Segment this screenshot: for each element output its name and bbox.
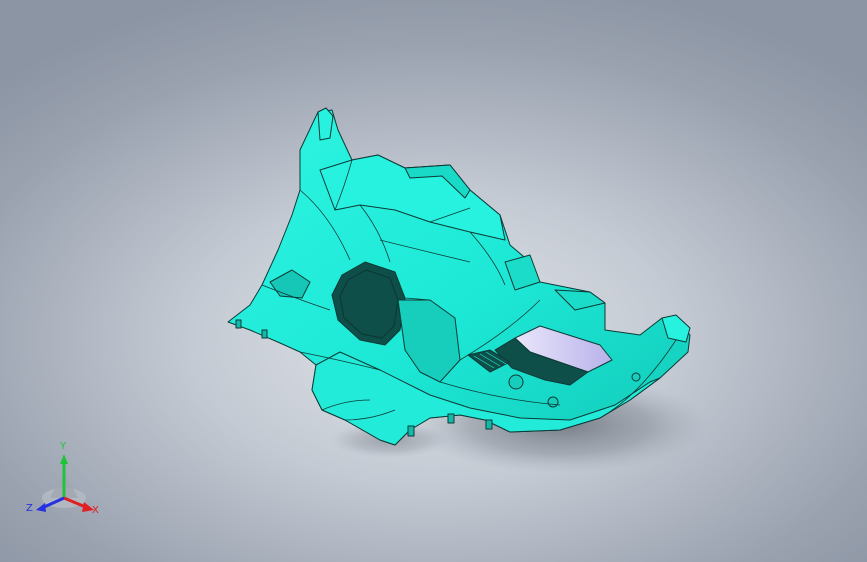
y-axis-label: Y [60,441,67,452]
round-fixture-small [547,396,559,408]
x-axis-label: X [92,505,99,516]
top-left-bracket [317,107,334,141]
coordinate-triad: Y Z X [24,442,104,522]
trim-panel-model[interactable] [227,107,691,446]
cad-model-view[interactable] [0,0,867,562]
z-arrow-icon [36,503,46,512]
round-fixture-right [631,372,641,382]
z-axis-label: Z [26,503,33,514]
graphics-viewport[interactable]: Y Z X [0,0,867,562]
y-arrow-icon [60,454,68,464]
round-fixture [508,374,524,390]
